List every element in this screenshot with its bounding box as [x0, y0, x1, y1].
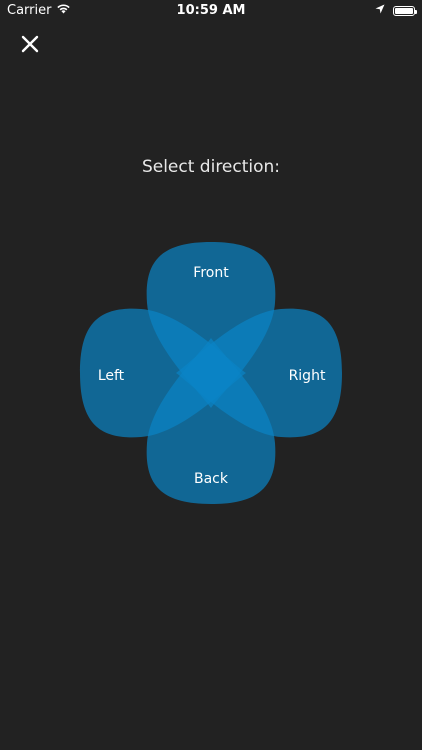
direction-pad: Front Left Right Back	[80, 242, 342, 504]
